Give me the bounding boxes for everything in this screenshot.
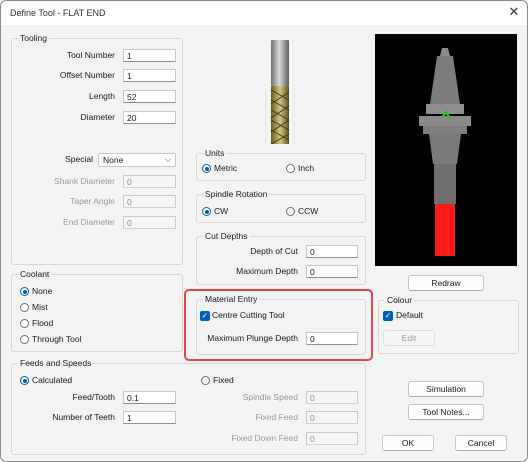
simulation-button[interactable]: Simulation	[408, 381, 484, 397]
spindle-speed-field[interactable]: 0	[306, 391, 358, 404]
tool-number-label: Tool Number	[66, 50, 115, 60]
maximum-depth-label: Maximum Depth	[236, 266, 298, 276]
offset-number-field[interactable]: 1	[123, 69, 176, 82]
length-field[interactable]: 52	[123, 90, 176, 103]
colour-group-label: Colour	[385, 295, 415, 305]
spindle-rotation-group-label: Spindle Rotation	[203, 189, 270, 199]
metric-radio[interactable]	[202, 164, 211, 173]
end-diameter-label: End Diameter	[63, 217, 115, 227]
fixed-down-feed-label: Fixed Down Feed	[231, 433, 298, 443]
ccw-radio[interactable]	[286, 207, 295, 216]
offset-number-label: Offset Number	[59, 70, 115, 80]
fixed-radio[interactable]	[201, 376, 210, 385]
diameter-label: Diameter	[80, 112, 115, 122]
inch-radio[interactable]	[286, 164, 295, 173]
metric-label[interactable]: Metric	[214, 162, 237, 175]
coolant-flood-radio[interactable]	[20, 319, 29, 328]
tool-preview-canvas	[375, 34, 517, 266]
special-select-value: None	[103, 155, 124, 165]
cancel-button[interactable]: Cancel	[455, 435, 507, 451]
coolant-through-tool-label[interactable]: Through Tool	[32, 333, 81, 346]
coolant-flood-label[interactable]: Flood	[32, 317, 53, 330]
coolant-mist-label[interactable]: Mist	[32, 301, 48, 314]
redraw-button[interactable]: Redraw	[408, 275, 484, 291]
end-diameter-field[interactable]: 0	[123, 216, 176, 229]
default-colour-checkbox[interactable]: ✓	[383, 311, 393, 321]
coolant-through-tool-radio[interactable]	[20, 335, 29, 344]
tool-thumbnail	[270, 40, 290, 144]
depth-of-cut-field[interactable]: 0	[306, 245, 358, 258]
cutter-shape	[435, 204, 455, 256]
chevron-down-icon: ⌵	[164, 155, 171, 164]
length-label: Length	[89, 91, 115, 101]
special-select[interactable]: None ⌵	[98, 153, 176, 167]
diameter-field[interactable]: 20	[123, 111, 176, 124]
feed-tooth-label: Feed/Tooth	[72, 392, 115, 402]
calculated-label[interactable]: Calculated	[32, 374, 72, 387]
cw-label[interactable]: CW	[214, 205, 228, 218]
tool-holder-shape	[419, 48, 471, 204]
default-colour-label[interactable]: Default	[396, 309, 423, 322]
coolant-group-label: Coolant	[18, 269, 52, 279]
fixed-feed-label: Fixed Feed	[255, 412, 298, 422]
shank-diameter-field[interactable]: 0	[123, 175, 176, 188]
number-of-teeth-field[interactable]: 1	[123, 411, 176, 424]
units-group-label: Units	[203, 148, 227, 158]
calculated-radio[interactable]	[20, 376, 29, 385]
coolant-none-radio[interactable]	[20, 287, 29, 296]
taper-angle-field[interactable]: 0	[123, 195, 176, 208]
inch-label[interactable]: Inch	[298, 162, 314, 175]
tooling-group-label: Tooling	[18, 33, 49, 43]
window-title: Define Tool - FLAT END	[10, 8, 106, 18]
shank-diameter-label: Shank Diameter	[54, 176, 115, 186]
ok-button[interactable]: OK	[382, 435, 434, 451]
special-label: Special	[65, 154, 93, 164]
fixed-feed-field[interactable]: 0	[306, 411, 358, 424]
coolant-none-label[interactable]: None	[32, 285, 52, 298]
tool-notes-button[interactable]: Tool Notes...	[408, 404, 484, 420]
tool-number-field[interactable]: 1	[123, 49, 176, 62]
title-bar: Define Tool - FLAT END ✕	[1, 1, 527, 25]
cw-radio[interactable]	[202, 207, 211, 216]
maximum-depth-field[interactable]: 0	[306, 265, 358, 278]
spindle-speed-label: Spindle Speed	[242, 392, 298, 402]
depth-of-cut-label: Depth of Cut	[250, 246, 298, 256]
feeds-speeds-group-label: Feeds and Speeds	[18, 358, 94, 368]
close-icon[interactable]: ✕	[506, 4, 522, 20]
edit-colour-button[interactable]: Edit	[383, 330, 435, 346]
fixed-label[interactable]: Fixed	[213, 374, 234, 387]
cut-depths-group-label: Cut Depths	[203, 231, 250, 241]
fixed-down-feed-field[interactable]: 0	[306, 432, 358, 445]
feed-tooth-field[interactable]: 0.1	[123, 391, 176, 404]
define-tool-dialog: Define Tool - FLAT END ✕ Tooling Tool Nu…	[0, 0, 528, 462]
number-of-teeth-label: Number of Teeth	[52, 412, 115, 422]
ccw-label[interactable]: CCW	[298, 205, 318, 218]
material-entry-highlight	[184, 289, 373, 361]
coolant-mist-radio[interactable]	[20, 303, 29, 312]
taper-angle-label: Taper Angle	[70, 196, 115, 206]
